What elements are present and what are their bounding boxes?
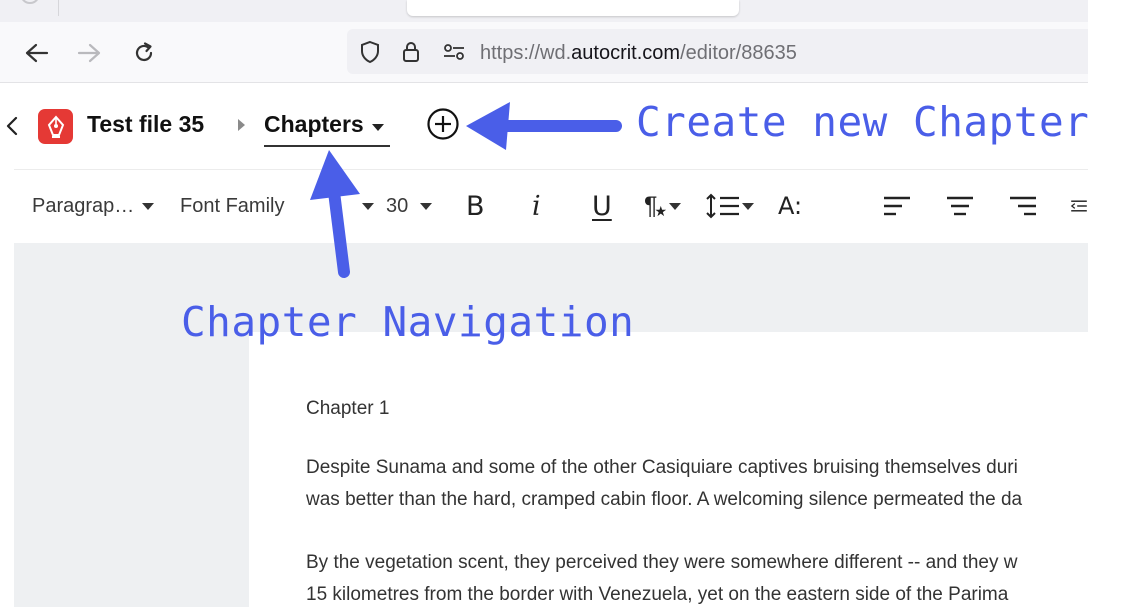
chevron-down-icon <box>362 202 374 210</box>
chapter-heading[interactable]: Chapter 1 <box>306 398 389 420</box>
browser-tab-strip <box>0 0 1088 22</box>
underline-button[interactable]: U <box>592 169 612 243</box>
paragraph-1-line-2: was better than the hard, cramped cabin … <box>306 489 1023 510</box>
line-spacing-button[interactable] <box>706 169 754 243</box>
window-right-gutter <box>1088 0 1137 607</box>
paragraph-2[interactable]: By the vegetation scent, they perceived … <box>306 547 1017 607</box>
line-spacing-icon <box>706 193 739 219</box>
browser-navigation-bar: https://wd.autocrit.com/editor/88635 <box>0 22 1088 83</box>
chevron-down-icon <box>742 202 754 210</box>
document-page[interactable]: Chapter 1 Despite Sunama and some of the… <box>249 332 1088 607</box>
url-text[interactable]: https://wd.autocrit.com/editor/88635 <box>480 42 797 65</box>
url-domain: autocrit.com <box>571 42 681 64</box>
chevron-down-icon <box>420 202 433 210</box>
breadcrumb-separator-icon <box>238 119 245 131</box>
paragraph-style-dropdown[interactable]: Paragrap… <box>32 169 155 243</box>
font-size-dropdown[interactable]: 30 <box>386 169 433 243</box>
paragraph-1-line-1: Despite Sunama and some of the other Cas… <box>306 457 1018 478</box>
url-prefix: https://wd. <box>480 42 572 64</box>
formatting-toolbar: Paragrap… Font Family 30 B i U ¶ ★ A: <box>14 169 1088 243</box>
create-chapter-annotation: Create new Chapter <box>636 98 1090 146</box>
previous-tab[interactable] <box>0 0 59 16</box>
align-center-button[interactable] <box>945 169 975 243</box>
italic-icon: i <box>532 190 541 222</box>
chevron-down-icon <box>669 202 681 210</box>
tab-favicon-icon <box>20 0 40 4</box>
paragraph-1[interactable]: Despite Sunama and some of the other Cas… <box>306 452 1022 516</box>
chapter-navigation-annotation: Chapter Navigation <box>181 298 635 346</box>
align-left-icon <box>884 196 910 216</box>
lock-icon[interactable] <box>398 40 424 64</box>
plus-circle-icon <box>427 108 459 140</box>
bold-icon: B <box>466 190 485 222</box>
paragraph-2-line-2: 15 kilometres from the border with Venez… <box>306 584 1009 605</box>
align-left-button[interactable] <box>882 169 912 243</box>
outdent-button[interactable] <box>1070 169 1088 243</box>
font-family-caret[interactable] <box>354 169 374 243</box>
special-characters-button[interactable]: ¶ ★ <box>644 169 681 243</box>
font-family-label: Font Family <box>180 194 285 217</box>
shield-icon[interactable] <box>357 40 383 64</box>
outdent-icon <box>1070 200 1087 212</box>
address-bar[interactable]: https://wd.autocrit.com/editor/88635 <box>347 29 1088 74</box>
chevron-down-icon <box>371 124 384 132</box>
permissions-icon[interactable] <box>441 40 467 64</box>
forward-arrow-icon[interactable] <box>77 40 103 66</box>
back-arrow-icon[interactable] <box>23 40 49 66</box>
chapters-dropdown[interactable]: Chapters <box>264 111 390 147</box>
autocrit-logo[interactable] <box>38 109 73 144</box>
paragraph-style-label: Paragrap… <box>32 194 135 217</box>
active-tab[interactable] <box>407 0 739 16</box>
font-family-dropdown[interactable]: Font Family <box>180 169 284 243</box>
font-style-icon: A: <box>778 192 803 220</box>
chevron-left-icon[interactable] <box>4 115 20 137</box>
align-right-icon <box>1010 196 1036 216</box>
align-right-button[interactable] <box>1008 169 1038 243</box>
font-size-value: 30 <box>386 194 409 217</box>
italic-button[interactable]: i <box>532 169 541 243</box>
url-path: /editor/88635 <box>680 42 797 64</box>
add-chapter-button[interactable] <box>426 107 460 141</box>
paragraph-2-line-1: By the vegetation scent, they perceived … <box>306 552 1018 573</box>
chevron-down-icon <box>142 202 155 210</box>
chapters-label: Chapters <box>264 111 364 137</box>
underline-icon: U <box>592 190 612 222</box>
file-title[interactable]: Test file 35 <box>87 111 204 138</box>
star-icon: ★ <box>654 202 667 219</box>
font-style-button[interactable]: A: <box>778 169 802 243</box>
reload-icon[interactable] <box>131 40 157 66</box>
align-center-icon <box>947 196 973 216</box>
bold-button[interactable]: B <box>466 169 485 243</box>
